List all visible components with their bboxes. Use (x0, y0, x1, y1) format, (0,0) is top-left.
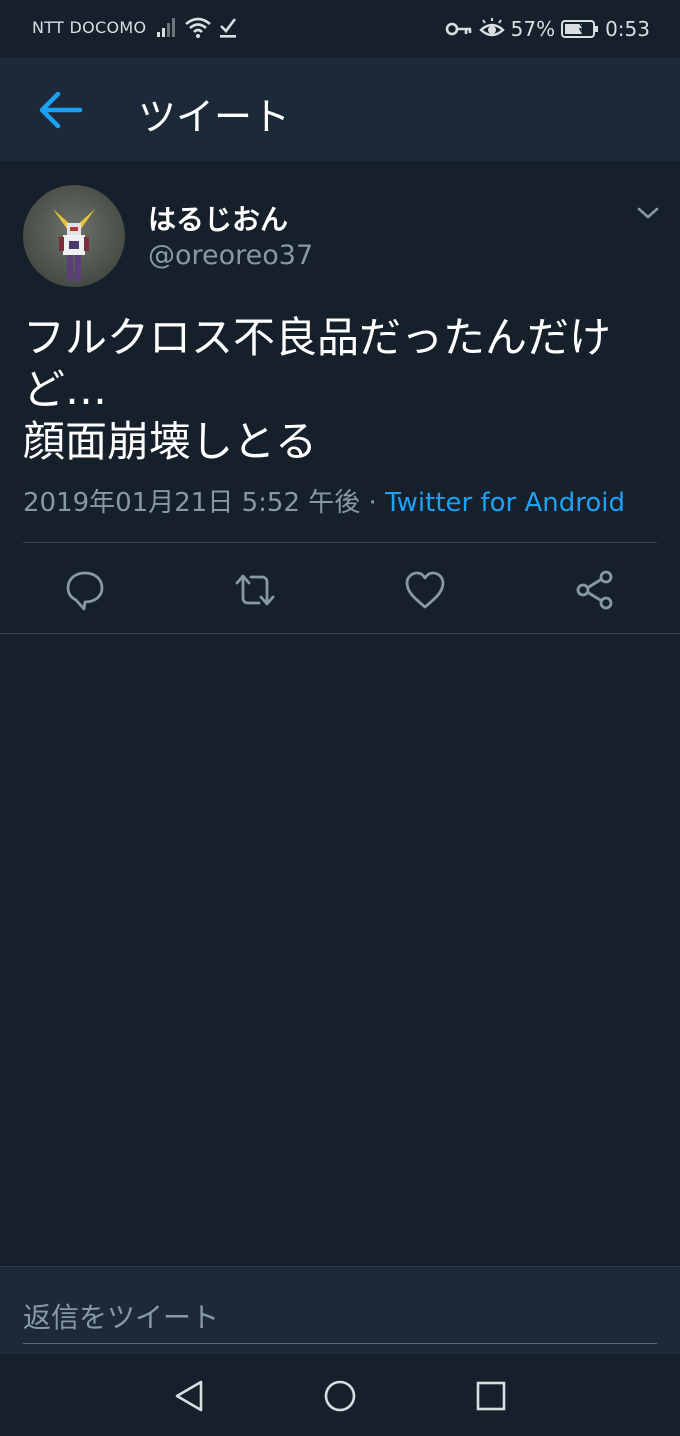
carrier-label: NTT DOCOMO (32, 18, 147, 37)
tweet-meta: 2019年01月21日 5:52 午後 · Twitter for Androi… (23, 482, 625, 519)
tweet-source-link[interactable]: Twitter for Android (385, 488, 625, 518)
arrow-left-icon (39, 91, 83, 129)
divider (0, 633, 680, 634)
nav-home-icon (324, 1380, 356, 1412)
app-bar: ツイート (0, 58, 680, 163)
eye-icon (478, 18, 505, 37)
nav-home-button[interactable] (318, 1374, 362, 1418)
like-icon (405, 571, 445, 609)
retweet-icon (235, 574, 275, 606)
tweet-text-line: ど… (23, 365, 108, 414)
reply-icon (66, 571, 104, 611)
user-handle[interactable]: @oreoreo37 (148, 240, 313, 271)
tweet-text-line: 顔面崩壊しとる (23, 417, 318, 466)
retweet-button[interactable] (233, 568, 277, 612)
nav-back-icon (175, 1380, 203, 1412)
back-button[interactable] (36, 88, 84, 132)
battery-icon (561, 20, 599, 38)
share-button[interactable] (573, 568, 617, 612)
avatar[interactable] (23, 185, 125, 287)
share-icon (576, 570, 613, 610)
tweet-text-line: フルクロス不良品だったんだけ (23, 313, 612, 362)
clock: 0:53 (605, 17, 650, 41)
status-bar: NTT DOCOMO 57% 0:53 (0, 0, 680, 58)
nav-back-button[interactable] (168, 1374, 212, 1418)
status-icons-right: 57% 0:53 (445, 15, 650, 43)
status-icons-left (156, 15, 238, 39)
tweet-options-button[interactable] (636, 204, 660, 222)
tweet-timestamp: 2019年01月21日 5:52 午後 (23, 488, 361, 518)
signal-icon (157, 18, 175, 37)
key-icon (445, 22, 471, 36)
reply-bar (0, 1266, 680, 1355)
chevron-down-icon (637, 207, 659, 219)
divider (23, 542, 657, 543)
reply-input[interactable] (23, 1291, 657, 1344)
system-nav-bar (0, 1354, 680, 1436)
avatar-figure-icon (53, 209, 95, 281)
battery-percent: 57% (510, 17, 556, 41)
page-title: ツイート (138, 95, 291, 139)
display-name[interactable]: はるじおん (148, 198, 288, 238)
nav-recents-icon (476, 1381, 506, 1411)
nav-recents-button[interactable] (469, 1374, 513, 1418)
tweet-text: フルクロス不良品だったんだけ ど… 顔面崩壊しとる (23, 312, 653, 468)
wifi-icon (185, 17, 211, 38)
check-icon (220, 18, 237, 38)
reply-button[interactable] (63, 568, 107, 612)
meta-separator: · (368, 488, 377, 518)
like-button[interactable] (403, 568, 447, 612)
tweet-actions (0, 562, 680, 618)
